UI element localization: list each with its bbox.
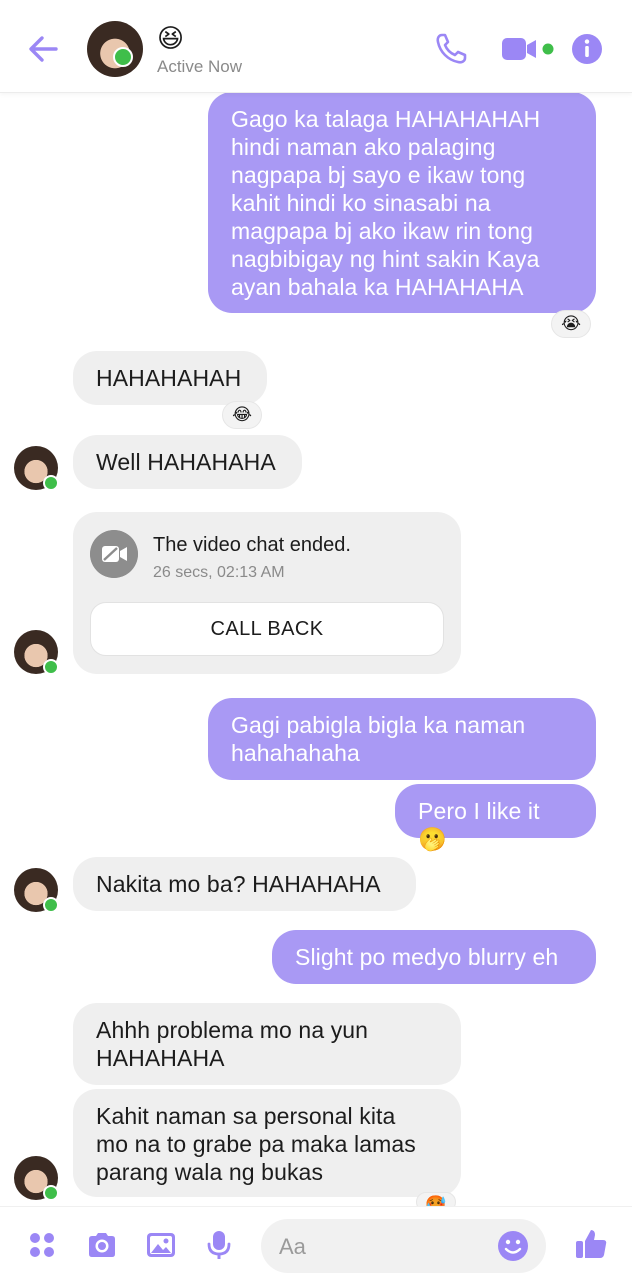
phone-call-icon[interactable]: [434, 32, 468, 66]
online-indicator: [43, 1185, 59, 1201]
online-indicator: [43, 475, 59, 491]
video-call-ended-icon: [90, 530, 138, 578]
contact-avatar[interactable]: [14, 1156, 59, 1201]
message-bubble-outgoing[interactable]: Pero I like it 🫢: [395, 784, 596, 852]
online-indicator: [43, 659, 59, 675]
emoji-icon[interactable]: [496, 1229, 530, 1263]
contact-name-emoji[interactable]: 😆: [157, 24, 184, 52]
contact-avatar[interactable]: [14, 630, 59, 675]
message-composer: [0, 1206, 632, 1281]
chat-header: 😆 Active Now: [0, 0, 632, 93]
gallery-icon[interactable]: [145, 1229, 177, 1261]
message-bubble-incoming[interactable]: Ahhh problema mo na yun HAHAHAHA: [73, 1003, 461, 1085]
microphone-icon[interactable]: [203, 1229, 235, 1261]
message-bubble-outgoing[interactable]: Gago ka talaga HAHAHAHAH hindi naman ako…: [208, 92, 596, 313]
video-chat-ended-card: The video chat ended. 26 secs, 02:13 AM …: [73, 512, 461, 674]
message-bubble-outgoing[interactable]: Gagi pabigla bigla ka naman hahahahaha: [208, 698, 596, 780]
online-indicator: [113, 47, 133, 67]
message-reaction[interactable]: 😭: [551, 310, 591, 338]
message-reaction[interactable]: 😂: [222, 401, 262, 429]
online-indicator: [43, 897, 59, 913]
video-card-subtitle: 26 secs, 02:13 AM: [153, 564, 285, 581]
info-icon[interactable]: [571, 33, 603, 65]
active-status: Active Now: [157, 57, 243, 76]
message-input-field[interactable]: [261, 1219, 546, 1275]
video-call-icon[interactable]: [500, 36, 556, 62]
message-bubble-incoming[interactable]: Nakita mo ba? HAHAHAHA: [73, 857, 416, 911]
message-input[interactable]: [277, 1219, 491, 1275]
video-card-title: The video chat ended.: [153, 534, 351, 556]
message-bubble-incoming[interactable]: Well HAHAHAHA: [73, 435, 302, 489]
message-bubble-outgoing[interactable]: Slight po medyo blurry eh: [272, 930, 596, 984]
contact-avatar[interactable]: [87, 21, 143, 77]
call-back-button[interactable]: CALL BACK: [90, 602, 444, 656]
contact-avatar[interactable]: [14, 868, 59, 913]
contact-avatar[interactable]: [14, 446, 59, 491]
camera-icon[interactable]: [86, 1229, 118, 1261]
thumbs-up-icon[interactable]: [574, 1227, 608, 1261]
message-bubble-incoming[interactable]: HAHAHAHAH: [73, 351, 267, 405]
back-arrow-icon[interactable]: [26, 32, 60, 66]
message-bubble-incoming[interactable]: Kahit naman sa personal kita mo na to gr…: [73, 1089, 461, 1197]
more-actions-icon[interactable]: [26, 1229, 58, 1261]
